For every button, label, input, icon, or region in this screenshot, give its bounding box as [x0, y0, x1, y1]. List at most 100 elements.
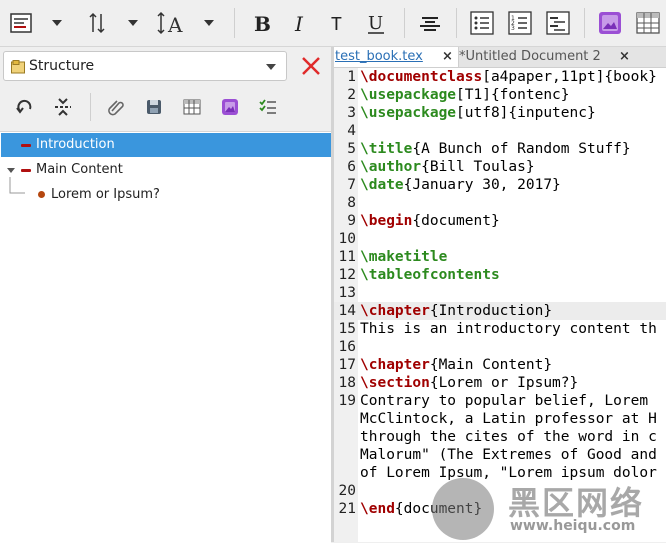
typewriter-font-icon[interactable]: T: [324, 8, 352, 38]
code-line[interactable]: 2 \usepackage[T1]{fontenc}: [334, 86, 666, 104]
latex-argument: [a4paper,11pt]{book}: [482, 69, 657, 85]
save-icon[interactable]: [140, 93, 168, 121]
latex-argument: {Lorem or Ipsum?}: [429, 375, 579, 391]
code-line[interactable]: 4: [334, 122, 666, 140]
svg-text:T: T: [331, 14, 342, 35]
close-icon[interactable]: ×: [442, 47, 453, 67]
tree-item-main-content[interactable]: Main Content: [1, 158, 331, 182]
line-content: \section{Lorem or Ipsum?}: [360, 374, 578, 392]
line-content: \begin{document}: [360, 212, 500, 230]
code-line[interactable]: 10: [334, 230, 666, 248]
line-number: 15: [338, 321, 356, 337]
line-content: \chapter{Main Content}: [360, 356, 552, 374]
code-editor[interactable]: 1 \documentclass[a4paper,11pt]{book} 2 \use…: [334, 68, 666, 542]
table-icon[interactable]: [178, 93, 206, 121]
toolbar-divider: [234, 8, 235, 38]
toolbar-divider: [584, 8, 585, 38]
numbered-list-icon[interactable]: 123: [504, 8, 536, 38]
toolbar-divider: [456, 8, 457, 38]
latex-command: \end: [360, 501, 395, 517]
code-line[interactable]: McClintock, a Latin professor at H: [334, 410, 666, 428]
main-toolbar: A B I T U 123: [0, 0, 666, 47]
line-content: \date{January 30, 2017}: [360, 176, 561, 194]
line-content: \usepackage[utf8]{inputenc}: [360, 104, 596, 122]
bold-icon[interactable]: B: [248, 8, 276, 38]
tree-item-label: Main Content: [36, 162, 123, 177]
tab-untitled-document-2[interactable]: *Untitled Document 2 ×: [459, 47, 666, 67]
line-content: \author{Bill Toulas}: [360, 158, 535, 176]
latex-argument: {January 30, 2017}: [403, 177, 561, 193]
section-marker-icon: [38, 191, 45, 198]
latex-command: \begin: [360, 213, 413, 229]
tab-label: test_book.tex: [335, 49, 423, 64]
chevron-down-icon[interactable]: [7, 168, 15, 173]
table-icon[interactable]: [632, 8, 664, 38]
code-line[interactable]: 6 \author{Bill Toulas}: [334, 158, 666, 176]
underline-icon[interactable]: U: [362, 8, 390, 38]
watermark-logo-icon: [432, 478, 494, 540]
refresh-icon[interactable]: [11, 93, 39, 121]
close-icon[interactable]: ×: [619, 47, 630, 67]
latex-argument: {document}: [412, 213, 500, 229]
latex-argument: {Main Content}: [429, 357, 553, 373]
code-line[interactable]: 17 \chapter{Main Content}: [334, 356, 666, 374]
latex-command: \author: [360, 159, 422, 175]
tree-item-introduction[interactable]: Introduction: [1, 133, 331, 157]
chevron-down-icon[interactable]: [124, 8, 142, 38]
chevron-down-icon[interactable]: [200, 8, 218, 38]
todo-list-icon[interactable]: [254, 93, 282, 121]
tab-test-book[interactable]: test_book.tex ×: [334, 47, 459, 67]
latex-argument: {A Bunch of Random Stuff}: [412, 141, 631, 157]
structure-selector[interactable]: Structure: [3, 51, 287, 81]
code-line[interactable]: 16: [334, 338, 666, 356]
italic-icon[interactable]: I: [286, 8, 314, 38]
latex-argument: {Introduction}: [429, 303, 553, 319]
code-line[interactable]: 7 \date{January 30, 2017}: [334, 176, 666, 194]
code-line[interactable]: 5 \title{A Bunch of Random Stuff}: [334, 140, 666, 158]
svg-text:I: I: [294, 12, 304, 35]
chevron-down-icon[interactable]: [48, 8, 66, 38]
code-line[interactable]: 15 This is an introductory content th: [334, 320, 666, 338]
paragraph-style-icon[interactable]: [6, 8, 36, 38]
code-line[interactable]: 18 \section{Lorem or Ipsum?}: [334, 374, 666, 392]
tree-item-lorem-or-ipsum[interactable]: Lorem or Ipsum?: [1, 177, 331, 207]
line-content: \tableofcontents: [360, 266, 500, 284]
code-line[interactable]: 14 \chapter{Introduction}: [334, 302, 666, 320]
code-line[interactable]: 9 \begin{document}: [334, 212, 666, 230]
tab-label: *Untitled Document 2: [459, 49, 601, 64]
line-content: Malorum" (The Extremes of Good and: [360, 446, 657, 464]
tree-item-label: Introduction: [36, 137, 115, 152]
structure-tree: Introduction Main Content Lorem or Ipsum…: [0, 131, 331, 543]
code-line[interactable]: 1 \documentclass[a4paper,11pt]{book}: [334, 68, 666, 86]
latex-command: \chapter: [360, 303, 430, 319]
code-line[interactable]: 3 \usepackage[utf8]{inputenc}: [334, 104, 666, 122]
close-icon[interactable]: [298, 53, 324, 79]
paperclip-icon[interactable]: [102, 93, 130, 121]
code-line[interactable]: 13: [334, 284, 666, 302]
image-icon[interactable]: [216, 93, 244, 121]
latex-argument: McClintock, a Latin professor at H: [360, 411, 657, 427]
latex-command: \title: [360, 141, 413, 157]
latex-command: \chapter: [360, 357, 430, 373]
line-spacing-icon[interactable]: [82, 8, 112, 38]
font-size-icon[interactable]: A: [154, 8, 188, 38]
description-list-icon[interactable]: [542, 8, 574, 38]
chapter-marker-icon: [21, 169, 31, 172]
code-line[interactable]: 11 \maketitle: [334, 248, 666, 266]
center-align-icon[interactable]: [414, 8, 446, 38]
chapter-marker-icon: [21, 144, 31, 147]
code-line[interactable]: 19 Contrary to popular belief, Lorem: [334, 392, 666, 410]
code-line[interactable]: 12 \tableofcontents: [334, 266, 666, 284]
toolbar-divider: [90, 93, 91, 121]
toolbar-divider: [404, 8, 405, 38]
line-number: 4: [347, 123, 356, 139]
structure-icon: [11, 59, 25, 78]
collapse-icon[interactable]: [49, 93, 77, 121]
code-line[interactable]: 8: [334, 194, 666, 212]
image-icon[interactable]: [594, 8, 626, 38]
code-line[interactable]: through the cites of the word in c: [334, 428, 666, 446]
editor-tabs: test_book.tex × *Untitled Document 2 ×: [334, 47, 666, 68]
bullet-list-icon[interactable]: [466, 8, 498, 38]
svg-text:A: A: [167, 13, 183, 35]
code-line[interactable]: Malorum" (The Extremes of Good and: [334, 446, 666, 464]
